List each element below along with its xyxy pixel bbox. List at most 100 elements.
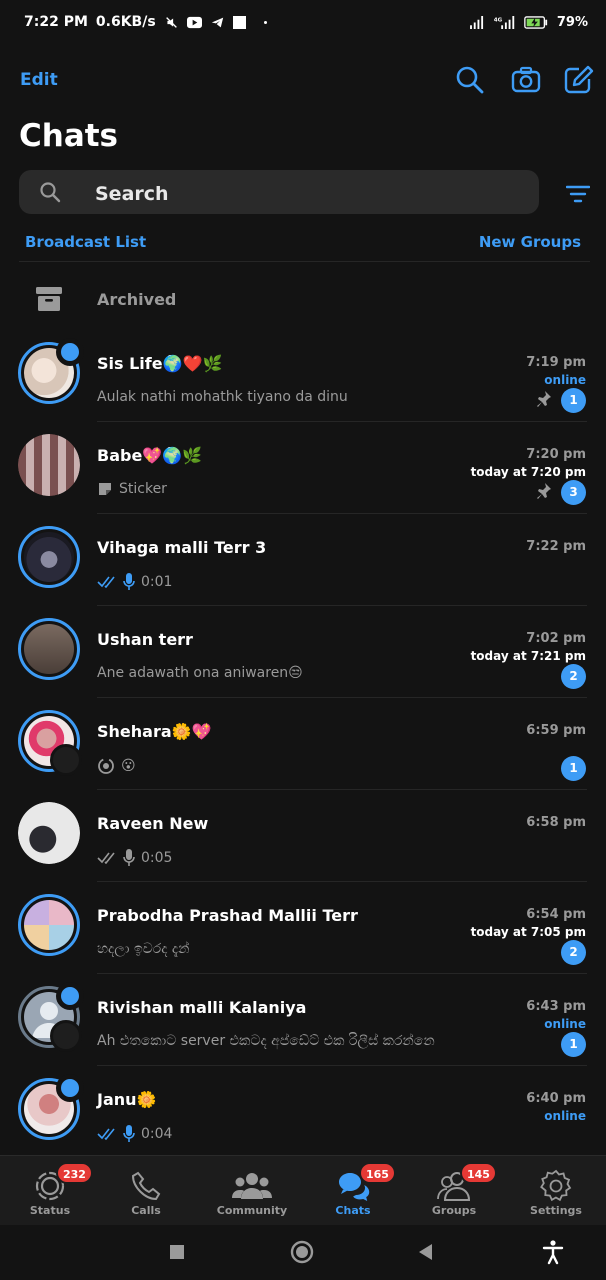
- recents-button[interactable]: [164, 1239, 190, 1265]
- chat-name: Sis Life🌍❤️🌿: [97, 354, 223, 373]
- camera-icon[interactable]: [510, 64, 542, 96]
- broadcast-list-link[interactable]: Broadcast List: [25, 233, 146, 251]
- archived-label: Archived: [97, 290, 177, 309]
- chat-row[interactable]: Prabodha Prashad Mallii Terr හදලා ඉවරද ද…: [0, 882, 606, 974]
- tab-label: Calls: [131, 1204, 161, 1217]
- signal-icon: [469, 15, 483, 29]
- unread-count: 3: [561, 480, 586, 505]
- accessibility-icon[interactable]: [540, 1239, 566, 1265]
- microphone-icon: [123, 849, 135, 866]
- story-timer-icon: [50, 744, 82, 776]
- page-title: Chats: [19, 118, 119, 154]
- chat-row[interactable]: Babe💖🌍🌿 Sticker 7:20 pm today at 7:20 pm…: [0, 422, 606, 514]
- online-indicator: online: [544, 373, 586, 387]
- unread-count: 1: [561, 388, 586, 413]
- avatar: [18, 802, 80, 864]
- tab-settings[interactable]: Settings: [506, 1156, 606, 1226]
- double-check-icon: [97, 576, 115, 588]
- chat-name: Prabodha Prashad Mallii Terr: [97, 906, 358, 925]
- top-bar: Edit: [0, 60, 606, 104]
- tab-label: Settings: [530, 1204, 582, 1217]
- chat-row[interactable]: Vihaga malli Terr 3 0:01 7:22 pm: [0, 514, 606, 606]
- tab-community[interactable]: Community: [202, 1156, 302, 1226]
- chat-row[interactable]: Rivishan malli Kalaniya Ah එතකොට server …: [0, 974, 606, 1066]
- chat-time: 6:40 pm: [526, 1091, 586, 1106]
- search-icon[interactable]: [454, 64, 486, 96]
- new-groups-link[interactable]: New Groups: [479, 233, 581, 251]
- chat-preview: 😮: [97, 757, 136, 775]
- chats-badge: 165: [359, 1162, 396, 1184]
- avatar: [18, 434, 80, 496]
- tab-status[interactable]: 232 Status: [0, 1156, 100, 1226]
- svg-text:4G: 4G: [494, 17, 503, 23]
- battery-icon: [524, 15, 548, 29]
- chat-row[interactable]: Raveen New 0:05 6:58 pm: [0, 790, 606, 882]
- chat-name: Janu🌼: [97, 1090, 157, 1109]
- tab-calls[interactable]: Calls: [96, 1156, 196, 1226]
- edit-button[interactable]: Edit: [20, 70, 58, 90]
- mute-icon: [165, 16, 177, 28]
- view-once-icon: [98, 758, 114, 774]
- tab-chats[interactable]: 165 Chats: [303, 1156, 403, 1226]
- chat-time: 7:22 pm: [526, 539, 586, 554]
- chat-row[interactable]: Janu🌼 0:04 6:40 pm online: [0, 1066, 606, 1158]
- battery-percent: 79%: [556, 14, 588, 30]
- unread-count: 1: [561, 1032, 586, 1057]
- filter-icon[interactable]: [566, 184, 590, 204]
- last-seen: today at 7:05 pm: [470, 925, 586, 939]
- unread-count: 2: [561, 664, 586, 689]
- status-dot: [56, 982, 84, 1010]
- sticker-icon: [99, 483, 111, 495]
- status-dot: [56, 1074, 84, 1102]
- chat-preview: Sticker: [97, 481, 167, 497]
- pin-icon: [537, 391, 551, 407]
- chat-preview: Ane adawath ona aniwaren😒: [97, 665, 303, 681]
- avatar: [18, 526, 80, 588]
- home-button[interactable]: [289, 1239, 315, 1265]
- gear-icon: [540, 1169, 572, 1202]
- divider: [19, 261, 590, 262]
- double-check-icon: [97, 852, 115, 864]
- tab-groups[interactable]: 145 Groups: [404, 1156, 504, 1226]
- last-seen: today at 7:20 pm: [470, 465, 586, 479]
- last-seen: today at 7:21 pm: [470, 649, 586, 663]
- chat-time: 6:59 pm: [526, 723, 586, 738]
- double-check-icon: [97, 1128, 115, 1140]
- chat-name: Rivishan malli Kalaniya: [97, 998, 307, 1017]
- chat-time: 7:19 pm: [526, 355, 586, 370]
- avatar: [18, 894, 80, 956]
- notification-square-icon: [232, 15, 246, 29]
- chat-preview: හදලා ඉවරද දැන්: [97, 941, 190, 957]
- microphone-icon: [123, 573, 135, 590]
- online-indicator: online: [544, 1109, 586, 1123]
- compose-icon[interactable]: [562, 64, 594, 96]
- status-dot: [56, 338, 84, 366]
- tab-label: Groups: [431, 1204, 477, 1217]
- pin-icon: [537, 483, 551, 499]
- clock: 7:22 PM: [24, 14, 88, 30]
- dot-icon: [263, 20, 267, 24]
- status-badge: 232: [56, 1162, 93, 1184]
- chat-preview: Aulak nathi mohathk tiyano da dinu: [97, 389, 348, 405]
- chat-time: 7:02 pm: [526, 631, 586, 646]
- chat-name: Ushan terr: [97, 630, 193, 649]
- search-bar[interactable]: Search: [19, 170, 539, 214]
- chat-row[interactable]: Sis Life🌍❤️🌿 Aulak nathi mohathk tiyano …: [0, 330, 606, 422]
- chat-name: Raveen New: [97, 814, 209, 833]
- unread-count: 1: [561, 756, 586, 781]
- back-button[interactable]: [413, 1239, 439, 1265]
- chat-time: 6:58 pm: [526, 815, 586, 830]
- phone-icon: [131, 1171, 161, 1201]
- chat-preview: 0:01: [97, 573, 172, 591]
- archived-row[interactable]: Archived: [0, 270, 606, 330]
- signal-4g-icon: 4G: [494, 15, 515, 29]
- avatar: [18, 618, 80, 680]
- chat-time: 6:54 pm: [526, 907, 586, 922]
- chat-row[interactable]: Shehara🌼💖 😮 6:59 pm 1: [0, 698, 606, 790]
- tab-label: Community: [216, 1204, 288, 1217]
- groups-badge: 145: [460, 1162, 497, 1184]
- chat-row[interactable]: Ushan terr Ane adawath ona aniwaren😒 7:0…: [0, 606, 606, 698]
- search-input[interactable]: Search: [95, 183, 169, 205]
- status-bar: 7:22 PM 0.6KB/s 4G 79%: [0, 0, 606, 44]
- tab-label: Status: [29, 1204, 71, 1217]
